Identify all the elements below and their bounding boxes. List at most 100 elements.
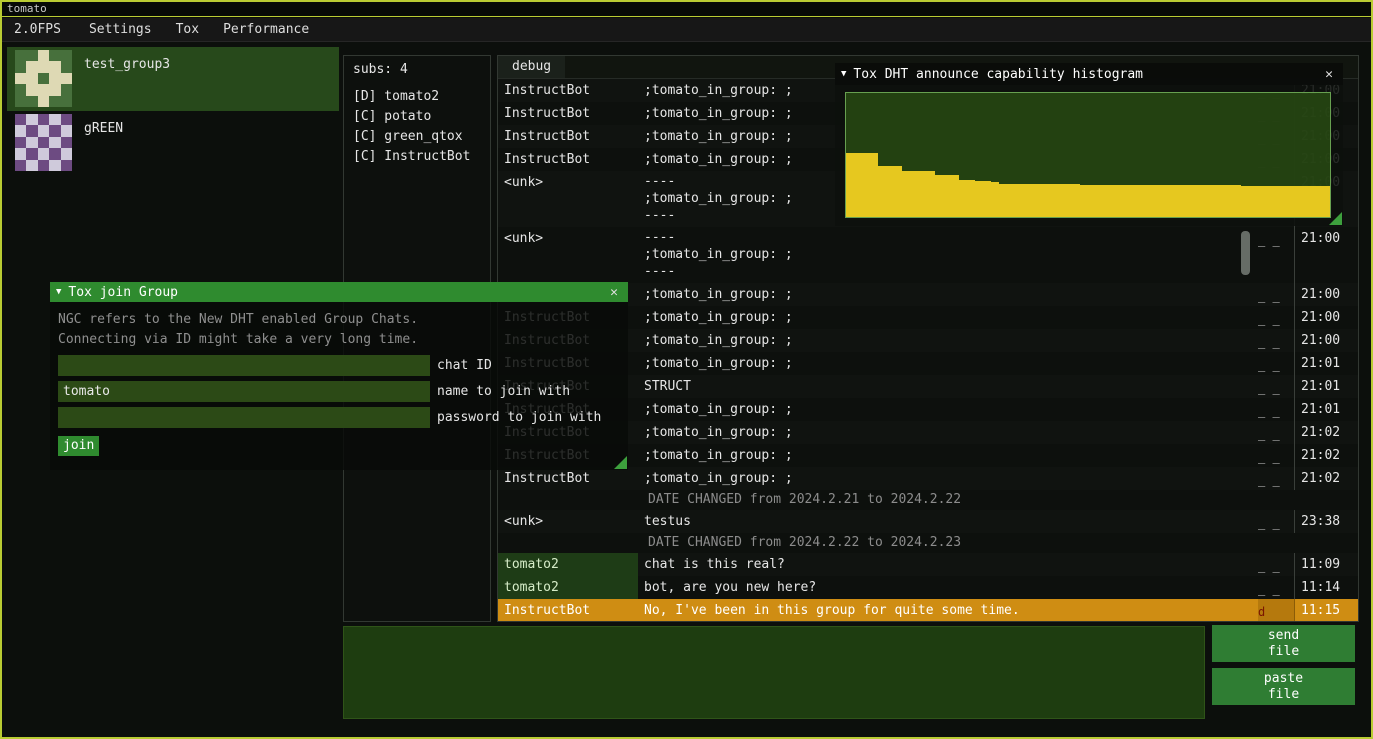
histogram-resize-grip[interactable] — [1329, 212, 1342, 225]
member-list-item[interactable]: [C] potato — [353, 107, 490, 127]
message-status: _ _ — [1258, 283, 1294, 306]
message-line: ---- — [644, 263, 1254, 280]
message-input[interactable] — [343, 626, 1205, 719]
message-line: ;tomato_in_group: ; — [644, 354, 1254, 373]
message-status: _ _ — [1258, 352, 1294, 375]
join-password-input[interactable] — [58, 407, 430, 428]
histogram-bar — [1072, 184, 1080, 217]
histogram-bar — [1193, 185, 1201, 217]
avatar-pixel — [49, 148, 60, 159]
menu-tox[interactable]: Tox — [164, 18, 211, 42]
message-time: 21:00 — [1294, 306, 1358, 329]
avatar-pixel — [61, 84, 72, 95]
histogram-bar — [1120, 185, 1128, 217]
join-hint-line1: NGC refers to the New DHT enabled Group … — [58, 310, 620, 330]
histogram-bar — [1128, 185, 1136, 217]
avatar-pixel — [26, 114, 37, 125]
histogram-window-titlebar[interactable]: ▼ Tox DHT announce capability histogram … — [835, 63, 1343, 85]
message-line: ;tomato_in_group: ; — [644, 331, 1254, 350]
join-name-input[interactable] — [58, 381, 430, 402]
chat-scrollbar-thumb[interactable] — [1241, 231, 1250, 275]
avatar-pixel — [26, 96, 37, 107]
collapse-arrow-icon[interactable]: ▼ — [841, 69, 846, 79]
join-hint-line2: Connecting via ID might take a very long… — [58, 330, 620, 350]
message-text: ;tomato_in_group: ; — [638, 329, 1258, 352]
date-separator: DATE CHANGED from 2024.2.22 to 2024.2.23 — [498, 533, 1358, 553]
histogram-bar — [1144, 185, 1152, 217]
menu-performance[interactable]: Performance — [211, 18, 321, 42]
group-item[interactable]: test_group3 — [7, 47, 339, 111]
chat-message-row[interactable]: InstructBotNo, I've been in this group f… — [498, 599, 1358, 621]
send-file-button[interactable]: send file — [1212, 625, 1355, 662]
message-text: STRUCT — [638, 375, 1258, 398]
member-list-item[interactable]: [C] InstructBot — [353, 147, 490, 167]
close-icon[interactable]: ✕ — [606, 285, 622, 300]
histogram-bar — [1185, 185, 1193, 217]
close-icon[interactable]: ✕ — [1321, 67, 1337, 82]
histogram-bar — [919, 171, 927, 217]
histogram-bar — [1201, 185, 1209, 217]
avatar-pixel — [15, 61, 26, 72]
avatar-pixel — [61, 50, 72, 61]
collapse-arrow-icon[interactable]: ▼ — [56, 287, 61, 297]
message-text: ;tomato_in_group: ; — [638, 306, 1258, 329]
message-text: chat is this real? — [638, 553, 1258, 576]
avatar-pixel — [38, 148, 49, 159]
histogram-bar — [911, 171, 919, 217]
histogram-bar — [983, 181, 991, 217]
chat-message-row[interactable]: tomato2bot, are you new here?_ _11:14 — [498, 576, 1358, 599]
chat-message-row[interactable]: tomato2chat is this real?_ _11:09 — [498, 553, 1358, 576]
date-separator: DATE CHANGED from 2024.2.21 to 2024.2.22 — [498, 490, 1358, 510]
avatar-pixel — [15, 148, 26, 159]
avatar-pixel — [26, 125, 37, 136]
histogram-bar — [1273, 186, 1281, 217]
avatar-pixel — [61, 73, 72, 84]
avatar-pixel — [15, 50, 26, 61]
paste-file-button[interactable]: paste file — [1212, 668, 1355, 705]
join-name-label: name to join with — [437, 384, 570, 399]
avatar-pixel — [61, 160, 72, 171]
message-line: ;tomato_in_group: ; — [644, 285, 1254, 304]
message-time: 11:15 — [1294, 599, 1358, 621]
histogram-bar — [886, 166, 894, 217]
chat-message-row[interactable]: InstructBot;tomato_in_group: ;_ _21:02 — [498, 467, 1358, 490]
message-sender: <unk> — [498, 510, 638, 533]
join-resize-grip[interactable] — [614, 456, 627, 469]
avatar-pixel — [38, 84, 49, 95]
chat-id-input[interactable] — [58, 355, 430, 376]
message-sender: tomato2 — [498, 576, 638, 599]
avatar-pixel — [61, 114, 72, 125]
join-window-titlebar[interactable]: ▼ Tox join Group ✕ — [50, 282, 628, 302]
histogram-bar — [902, 171, 910, 217]
window-titlebar[interactable]: tomato — [2, 2, 1371, 17]
message-status: _ _ — [1258, 421, 1294, 444]
chat-message-row[interactable]: <unk>testus_ _23:38 — [498, 510, 1358, 533]
message-line: ;tomato_in_group: ; — [644, 446, 1254, 465]
message-sender: InstructBot — [498, 79, 638, 102]
avatar-pixel — [38, 160, 49, 171]
app-window: tomato 2.0FPS Settings Tox Performance t… — [0, 0, 1373, 739]
member-list-item[interactable]: [D] tomato2 — [353, 87, 490, 107]
histogram-bar — [991, 182, 999, 217]
join-window-body: NGC refers to the New DHT enabled Group … — [50, 302, 628, 470]
message-text: ;tomato_in_group: ; — [638, 283, 1258, 306]
tab-debug[interactable]: debug — [498, 56, 565, 78]
menu-settings[interactable]: Settings — [77, 18, 164, 42]
avatar-pixel — [49, 96, 60, 107]
member-list-item[interactable]: [C] green_qtox — [353, 127, 490, 147]
chat-message-row[interactable]: <unk>----;tomato_in_group: ;----_ _21:00 — [498, 227, 1358, 283]
message-line: chat is this real? — [644, 555, 1254, 574]
avatar-pixel — [38, 73, 49, 84]
avatar-pixel — [15, 125, 26, 136]
histogram-bar — [1088, 185, 1096, 217]
group-item[interactable]: gREEN — [7, 111, 339, 175]
avatar-pixel — [49, 73, 60, 84]
avatar-pixel — [49, 160, 60, 171]
join-window-title: Tox join Group — [68, 285, 178, 300]
join-group-window: ▼ Tox join Group ✕ NGC refers to the New… — [50, 282, 628, 470]
histogram-bar — [1289, 186, 1297, 217]
join-button[interactable]: join — [58, 436, 99, 456]
members-count: subs: 4 — [353, 62, 490, 77]
avatar-pixel — [61, 96, 72, 107]
avatar-pixel — [26, 50, 37, 61]
